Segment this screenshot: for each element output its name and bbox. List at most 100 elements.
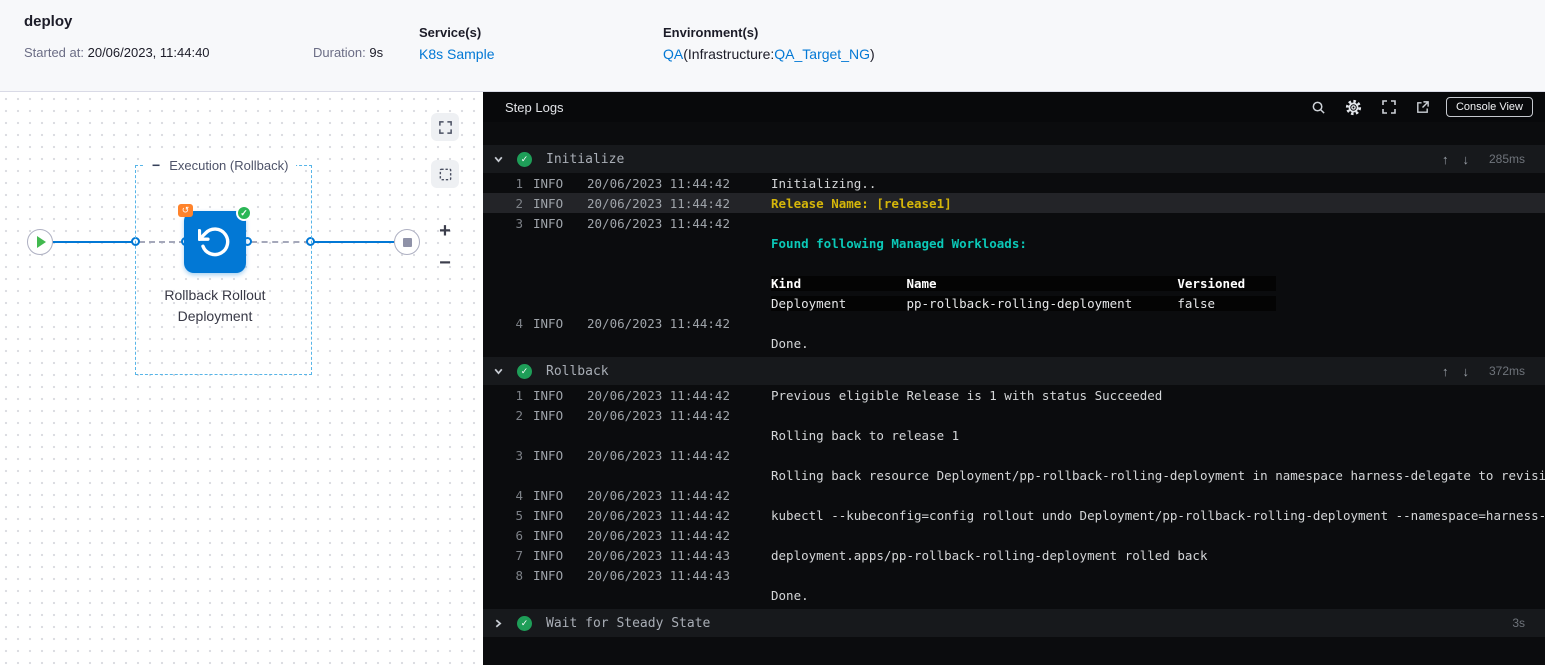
environment-link[interactable]: QA bbox=[663, 46, 683, 62]
log-message: Rolling back to release 1 bbox=[771, 427, 960, 443]
log-section-header[interactable]: ✓ Wait for Steady State 3s bbox=[483, 609, 1545, 637]
select-area-button[interactable] bbox=[431, 160, 459, 188]
pipeline-title: deploy bbox=[24, 13, 73, 30]
duration-value: 9s bbox=[369, 45, 384, 60]
log-level: INFO bbox=[533, 487, 564, 503]
log-timestamp: 20/06/2023 11:44:42 bbox=[587, 407, 730, 423]
fit-to-screen-icon bbox=[438, 120, 452, 134]
rollback-badge-icon: ↺ bbox=[178, 204, 193, 217]
log-line: Rolling back to release 1 bbox=[483, 425, 1545, 445]
infrastructure-link[interactable]: QA_Target_NG bbox=[774, 46, 870, 62]
section-duration: 372ms bbox=[1488, 364, 1525, 378]
log-section: ✓ Wait for Steady State 3s bbox=[483, 609, 1545, 637]
console-view-button[interactable]: Console View bbox=[1445, 97, 1533, 117]
log-settings-button[interactable] bbox=[1344, 98, 1363, 117]
log-line: 2 INFO 20/06/2023 11:44:42 bbox=[483, 405, 1545, 425]
pipeline-end-node[interactable] bbox=[394, 229, 420, 255]
search-icon bbox=[1312, 101, 1325, 114]
log-line: 2 INFO 20/06/2023 11:44:42 Release Name:… bbox=[483, 193, 1545, 213]
collapse-group-icon[interactable]: − bbox=[152, 156, 160, 174]
step-node-label: Rollback Rollout Deployment bbox=[164, 287, 266, 324]
log-level: INFO bbox=[533, 195, 564, 211]
section-lines: 1 INFO 20/06/2023 11:44:42 Initializing.… bbox=[483, 173, 1545, 353]
log-section-header[interactable]: ✓ Rollback ↑ ↓ 372ms bbox=[483, 357, 1545, 385]
chevron-icon[interactable] bbox=[493, 366, 504, 377]
section-title: Wait for Steady State bbox=[546, 615, 711, 631]
services-label: Service(s) bbox=[419, 25, 482, 40]
started-at: Started at: 20/06/2023, 11:44:40 bbox=[24, 45, 210, 60]
log-line-number: 3 bbox=[515, 447, 523, 463]
log-timestamp: 20/06/2023 11:44:42 bbox=[587, 215, 730, 231]
services-block: Service(s) K8s Sample bbox=[419, 25, 494, 62]
pipeline-start-node[interactable] bbox=[27, 229, 53, 255]
log-line: 1 INFO 20/06/2023 11:44:42 Previous elig… bbox=[483, 385, 1545, 405]
log-line: 7 INFO 20/06/2023 11:44:43 deployment.ap… bbox=[483, 545, 1545, 565]
environments-block: Environment(s) QA(Infrastructure:QA_Targ… bbox=[663, 25, 875, 62]
infrastructure-suffix: ) bbox=[869, 46, 875, 62]
log-message: Release Name: [release1] bbox=[771, 195, 952, 211]
step-success-icon: ✓ bbox=[517, 615, 532, 631]
log-line-number: 2 bbox=[515, 407, 523, 423]
log-message: Kind Name Versioned bbox=[771, 275, 1276, 291]
environments-label: Environment(s) bbox=[663, 25, 759, 40]
log-message: Deployment pp-rollback-rolling-deploymen… bbox=[771, 295, 1276, 311]
fullscreen-logs-button[interactable] bbox=[1381, 99, 1397, 115]
log-level: INFO bbox=[533, 215, 564, 231]
log-line-number: 8 bbox=[515, 567, 523, 583]
section-lines: 1 INFO 20/06/2023 11:44:42 Previous elig… bbox=[483, 385, 1545, 605]
log-message: Rolling back resource Deployment/pp-roll… bbox=[771, 467, 1545, 483]
console-header: Step Logs Console View bbox=[483, 92, 1545, 122]
started-at-label: Started at: bbox=[24, 45, 84, 60]
duration: Duration: 9s bbox=[313, 45, 383, 60]
log-timestamp: 20/06/2023 11:44:43 bbox=[587, 567, 730, 583]
log-level: INFO bbox=[533, 175, 564, 191]
log-line: 3 INFO 20/06/2023 11:44:42 bbox=[483, 445, 1545, 465]
log-line: 3 INFO 20/06/2023 11:44:42 bbox=[483, 213, 1545, 233]
scroll-to-bottom-icon[interactable]: ↓ bbox=[1463, 152, 1470, 167]
log-line: 5 INFO 20/06/2023 11:44:42 kubectl --kub… bbox=[483, 505, 1545, 525]
open-in-new-tab-button[interactable] bbox=[1415, 100, 1430, 115]
pipeline-canvas[interactable]: − Execution (Rollback) ↺ ✓ Rollback Roll… bbox=[0, 93, 483, 665]
chevron-icon[interactable] bbox=[493, 618, 504, 629]
started-at-value: 20/06/2023, 11:44:40 bbox=[87, 45, 210, 60]
log-line: Deployment pp-rollback-rolling-deploymen… bbox=[483, 293, 1545, 313]
service-link[interactable]: K8s Sample bbox=[419, 46, 494, 62]
log-message: Found following Managed Workloads: bbox=[771, 235, 1027, 251]
scroll-to-top-icon[interactable]: ↑ bbox=[1442, 364, 1449, 379]
log-timestamp: 20/06/2023 11:44:42 bbox=[587, 507, 730, 523]
log-line: 1 INFO 20/06/2023 11:44:42 Initializing.… bbox=[483, 173, 1545, 193]
log-timestamp: 20/06/2023 11:44:42 bbox=[587, 527, 730, 543]
scroll-to-bottom-icon[interactable]: ↓ bbox=[1463, 364, 1470, 379]
log-section-header[interactable]: ✓ Initialize ↑ ↓ 285ms bbox=[483, 145, 1545, 173]
log-scroll-area[interactable]: ✓ Initialize ↑ ↓ 285ms 1 INFO 20/06/2023… bbox=[483, 122, 1545, 665]
execution-group-label: Execution (Rollback) bbox=[169, 157, 289, 173]
search-logs-button[interactable] bbox=[1311, 100, 1326, 115]
step-success-icon: ✓ bbox=[517, 363, 532, 379]
section-duration: 3s bbox=[1512, 616, 1525, 630]
rollback-step-node[interactable]: ↺ ✓ bbox=[178, 204, 252, 273]
external-link-icon bbox=[1417, 100, 1429, 113]
log-message: Previous eligible Release is 1 with stat… bbox=[771, 387, 1163, 403]
log-timestamp: 20/06/2023 11:44:42 bbox=[587, 387, 730, 403]
canvas-controls: + − bbox=[431, 113, 459, 283]
log-message: Done. bbox=[771, 335, 809, 351]
log-message: kubectl --kubeconfig=config rollout undo… bbox=[771, 507, 1545, 523]
log-level: INFO bbox=[533, 567, 564, 583]
fit-to-screen-button[interactable] bbox=[431, 113, 459, 141]
log-level: INFO bbox=[533, 527, 564, 543]
duration-label: Duration: bbox=[313, 45, 366, 60]
log-line: 4 INFO 20/06/2023 11:44:42 bbox=[483, 313, 1545, 333]
scroll-to-top-icon[interactable]: ↑ bbox=[1442, 152, 1449, 167]
zoom-in-button[interactable]: + bbox=[431, 219, 459, 243]
zoom-out-button[interactable]: − bbox=[431, 251, 459, 275]
log-section: ✓ Initialize ↑ ↓ 285ms 1 INFO 20/06/2023… bbox=[483, 145, 1545, 353]
log-sections: ✓ Initialize ↑ ↓ 285ms 1 INFO 20/06/2023… bbox=[483, 145, 1545, 637]
log-message: Initializing.. bbox=[771, 175, 877, 191]
log-message: Done. bbox=[771, 587, 809, 603]
log-timestamp: 20/06/2023 11:44:42 bbox=[587, 195, 730, 211]
stop-icon bbox=[403, 238, 412, 247]
chevron-icon[interactable] bbox=[493, 154, 504, 165]
step-logs-panel: Step Logs Console View ✓ Initialize ↑ ↓ … bbox=[483, 92, 1545, 665]
log-timestamp: 20/06/2023 11:44:42 bbox=[587, 487, 730, 503]
